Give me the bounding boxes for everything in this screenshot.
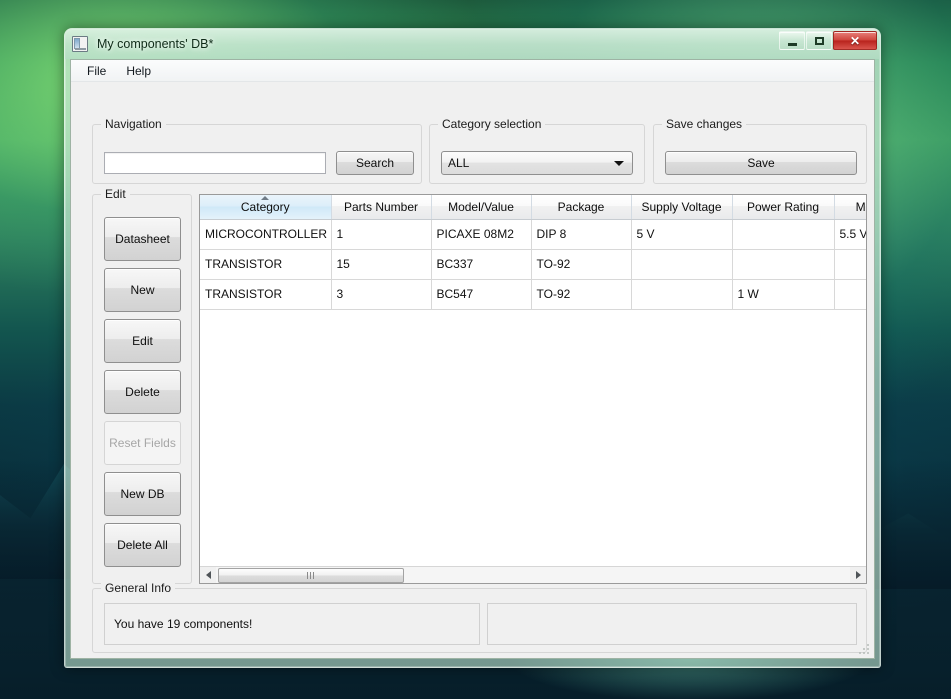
application-icon bbox=[72, 36, 88, 52]
cell-max bbox=[834, 279, 866, 310]
reset-fields-button: Reset Fields bbox=[104, 421, 181, 465]
general-info-group: General Info You have 19 components! bbox=[92, 581, 867, 653]
application-window: My components' DB* ✕ File Help Navigatio… bbox=[64, 28, 881, 668]
cell-parts-number: 3 bbox=[331, 279, 432, 310]
menu-item-file[interactable]: File bbox=[77, 61, 116, 81]
column-header-category-label: Category bbox=[240, 199, 290, 214]
column-header-parts-number[interactable]: Parts Number bbox=[331, 195, 432, 220]
edit-button[interactable]: Edit bbox=[104, 319, 181, 363]
maximize-icon bbox=[814, 36, 824, 45]
window-controls: ✕ bbox=[779, 31, 877, 50]
navigation-group-title: Navigation bbox=[101, 117, 166, 131]
general-info-status: You have 19 components! bbox=[104, 603, 480, 645]
scrollbar-grip-icon bbox=[307, 571, 315, 579]
edit-group-title: Edit bbox=[101, 187, 130, 201]
menu-bar: File Help bbox=[71, 60, 874, 82]
category-select[interactable]: ALL bbox=[441, 151, 633, 175]
cell-supply-voltage bbox=[631, 279, 733, 310]
delete-all-button[interactable]: Delete All bbox=[104, 523, 181, 567]
cell-max: 5.5 V bbox=[834, 219, 866, 250]
scroll-left-icon[interactable] bbox=[200, 567, 216, 583]
cell-package: TO-92 bbox=[531, 249, 632, 280]
resize-grip-icon[interactable] bbox=[859, 643, 871, 655]
datasheet-button[interactable]: Datasheet bbox=[104, 217, 181, 261]
table-row[interactable]: TRANSISTOR 3 BC547 TO-92 1 W bbox=[200, 279, 866, 310]
category-selection-group-title: Category selection bbox=[438, 117, 546, 131]
cell-category: TRANSISTOR bbox=[200, 249, 332, 280]
cell-model-value: PICAXE 08M2 bbox=[431, 219, 532, 250]
general-info-secondary bbox=[487, 603, 857, 645]
cell-power-rating bbox=[732, 219, 835, 250]
save-changes-group: Save changes Save bbox=[653, 117, 867, 184]
cell-package: DIP 8 bbox=[531, 219, 632, 250]
close-icon: ✕ bbox=[849, 33, 861, 48]
window-title: My components' DB* bbox=[97, 37, 214, 51]
maximize-button[interactable] bbox=[806, 31, 832, 50]
cell-max bbox=[834, 249, 866, 280]
category-select-value: ALL bbox=[448, 156, 470, 170]
cell-supply-voltage bbox=[631, 249, 733, 280]
components-table: Category Parts Number Model/Value Packag… bbox=[200, 195, 866, 310]
new-button[interactable]: New bbox=[104, 268, 181, 312]
column-header-power-rating[interactable]: Power Rating bbox=[732, 195, 835, 220]
search-button[interactable]: Search bbox=[336, 151, 414, 175]
delete-button[interactable]: Delete bbox=[104, 370, 181, 414]
menu-item-help[interactable]: Help bbox=[116, 61, 161, 81]
table-row[interactable]: MICROCONTROLLER 1 PICAXE 08M2 DIP 8 5 V … bbox=[200, 219, 866, 250]
cell-category: TRANSISTOR bbox=[200, 279, 332, 310]
scroll-right-icon[interactable] bbox=[850, 567, 866, 583]
column-header-max[interactable]: Max bbox=[834, 195, 866, 220]
cell-supply-voltage: 5 V bbox=[631, 219, 733, 250]
cell-power-rating bbox=[732, 249, 835, 280]
column-header-supply-voltage[interactable]: Supply Voltage bbox=[631, 195, 733, 220]
chevron-down-icon bbox=[614, 161, 624, 166]
scrollbar-thumb[interactable] bbox=[218, 567, 404, 583]
save-changes-group-title: Save changes bbox=[662, 117, 747, 131]
scrollbar-track[interactable] bbox=[216, 566, 850, 583]
minimize-button[interactable] bbox=[779, 31, 805, 50]
cell-parts-number: 1 bbox=[331, 219, 432, 250]
general-info-group-title: General Info bbox=[101, 581, 176, 595]
table-row[interactable]: TRANSISTOR 15 BC337 TO-92 bbox=[200, 249, 866, 280]
title-bar[interactable]: My components' DB* ✕ bbox=[65, 29, 880, 59]
navigation-group: Navigation Search bbox=[92, 117, 422, 184]
horizontal-scrollbar[interactable] bbox=[200, 566, 866, 583]
close-button[interactable]: ✕ bbox=[833, 31, 877, 50]
column-header-model-value[interactable]: Model/Value bbox=[431, 195, 532, 220]
client-area: File Help Navigation Search Category sel… bbox=[70, 59, 875, 659]
cell-parts-number: 15 bbox=[331, 249, 432, 280]
table-header-row: Category Parts Number Model/Value Packag… bbox=[200, 195, 866, 220]
components-table-container: Category Parts Number Model/Value Packag… bbox=[199, 194, 867, 584]
cell-category: MICROCONTROLLER bbox=[200, 219, 332, 250]
save-button[interactable]: Save bbox=[665, 151, 857, 175]
cell-model-value: BC337 bbox=[431, 249, 532, 280]
cell-package: TO-92 bbox=[531, 279, 632, 310]
search-input[interactable] bbox=[104, 152, 326, 174]
category-selection-group: Category selection ALL bbox=[429, 117, 645, 184]
new-db-button[interactable]: New DB bbox=[104, 472, 181, 516]
cell-power-rating: 1 W bbox=[732, 279, 835, 310]
column-header-category[interactable]: Category bbox=[200, 195, 332, 220]
desktop-background: My components' DB* ✕ File Help Navigatio… bbox=[0, 0, 951, 699]
sort-ascending-icon bbox=[261, 196, 270, 200]
column-header-package[interactable]: Package bbox=[531, 195, 632, 220]
minimize-icon bbox=[787, 42, 797, 46]
edit-group: Edit Datasheet New Edit Delete Reset Fie… bbox=[92, 187, 192, 584]
cell-model-value: BC547 bbox=[431, 279, 532, 310]
